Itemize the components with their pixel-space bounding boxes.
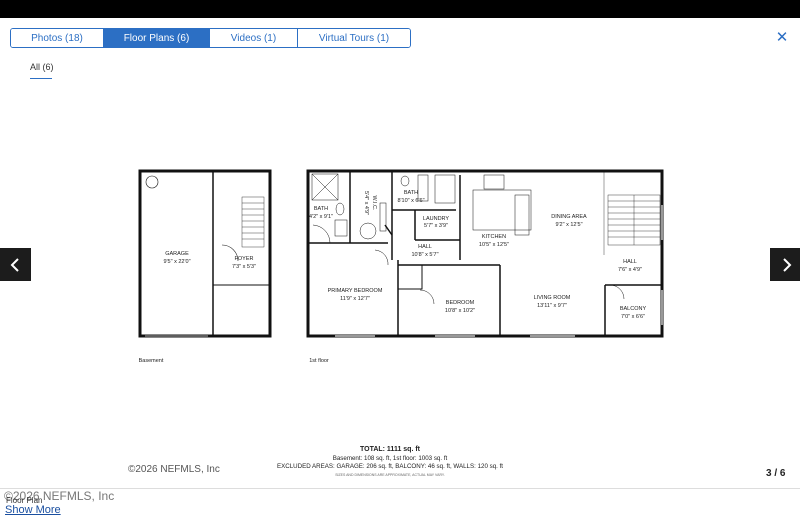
room-balcony-name: BALCONY — [620, 306, 647, 312]
room-hall1-size: 10'8" x 5'7" — [411, 252, 438, 258]
room-dining-name: DINING AREA — [551, 214, 587, 220]
room-bath1-name: BATH — [314, 206, 328, 212]
filter-all[interactable]: All (6) — [30, 62, 54, 72]
floor-label-first: 1st floor — [309, 358, 329, 364]
room-bedroom-name: BEDROOM — [446, 300, 475, 306]
chevron-left-icon — [10, 257, 19, 272]
room-bath2-name: BATH — [404, 190, 418, 196]
floor-plan-image: GARAGE 9'5" x 22'0" FOYER 7'3" x 5'3" BA… — [138, 169, 664, 364]
divider — [0, 488, 800, 489]
watermark-copyright: ©2026 NEFMLS, Inc — [128, 464, 220, 475]
basement-outline — [138, 169, 272, 338]
tab-videos[interactable]: Videos (1) — [210, 29, 298, 47]
room-laundry-size: 5'7" x 3'9" — [424, 223, 448, 229]
top-bar — [0, 0, 800, 18]
room-kitchen-size: 10'5" x 12'5" — [479, 242, 509, 248]
room-bath2-size: 8'10" x 6'6" — [397, 198, 424, 204]
room-garage-size: 9'5" x 22'0" — [163, 259, 190, 265]
room-kitchen-name: KITCHEN — [482, 234, 506, 240]
close-icon[interactable]: ✕ — [774, 30, 790, 46]
chevron-right-icon — [782, 257, 791, 272]
first-floor-outline — [306, 169, 664, 338]
disclaimer: SIZES AND DIMENSIONS ARE APPROXIMATE, AC… — [335, 472, 445, 477]
room-living-size: 13'11" x 9'7" — [537, 303, 567, 309]
room-hall2-name: HALL — [623, 259, 637, 265]
room-hall1-name: HALL — [418, 244, 432, 250]
room-wic-size: 5'4" x 4'9" — [363, 191, 369, 215]
room-bedroom-size: 10'8" x 10'2" — [445, 308, 475, 314]
image-counter: 3 / 6 — [766, 468, 786, 479]
room-dining-size: 9'2" x 12'5" — [555, 222, 582, 228]
tab-virtual-tours[interactable]: Virtual Tours (1) — [298, 29, 410, 47]
tab-floor-plans[interactable]: Floor Plans (6) — [104, 29, 210, 47]
room-living-name: LIVING ROOM — [534, 295, 571, 301]
total-area: TOTAL: 1111 sq. ft — [359, 446, 421, 453]
room-hall2-size: 7'6" x 4'9" — [618, 267, 642, 273]
room-primary-bedroom-name: PRIMARY BEDROOM — [328, 288, 383, 294]
prev-button[interactable] — [0, 248, 31, 281]
room-laundry-name: LAUNDRY — [423, 216, 450, 222]
show-more-link[interactable]: Show More — [5, 504, 61, 516]
room-balcony-size: 7'0" x 6'6" — [621, 314, 645, 320]
floor-label-basement: Basement — [139, 358, 164, 364]
excluded-areas: EXCLUDED AREAS: GARAGE: 206 sq. ft, BALC… — [276, 463, 504, 470]
next-button[interactable] — [770, 248, 800, 281]
media-tabs: Photos (18) Floor Plans (6) Videos (1) V… — [10, 28, 411, 48]
room-foyer-name: FOYER — [235, 256, 254, 262]
room-wic-name: W.I.C. — [371, 196, 377, 211]
tab-photos[interactable]: Photos (18) — [11, 29, 104, 47]
room-foyer-size: 7'3" x 5'3" — [232, 264, 256, 270]
room-primary-bedroom-size: 11'9" x 12'7" — [340, 296, 370, 302]
room-bath1-size: 4'2" x 9'1" — [309, 214, 333, 220]
area-breakdown: Basement: 108 sq. ft, 1st floor: 1003 sq… — [332, 454, 448, 462]
room-garage-name: GARAGE — [165, 251, 189, 257]
filter-underline — [30, 78, 52, 79]
floorplan-totals: TOTAL: 1111 sq. ft Basement: 108 sq. ft,… — [250, 446, 530, 479]
